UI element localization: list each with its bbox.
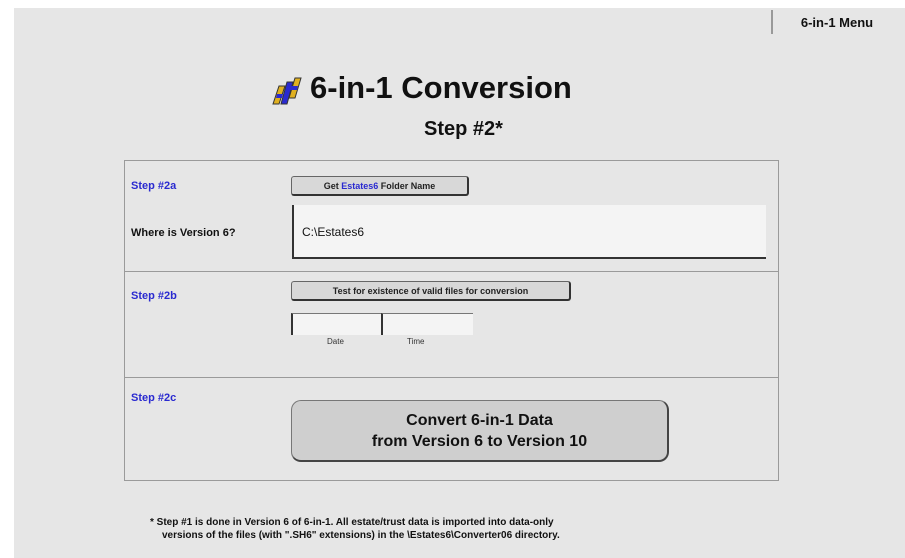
step-2c-label: Step #2c <box>131 392 177 404</box>
page-title: 6-in-1 Conversion <box>310 70 572 105</box>
step-2a-label: Step #2a <box>131 180 177 192</box>
get-folder-button-suffix: Folder Name <box>378 180 436 191</box>
time-field <box>381 313 473 335</box>
get-folder-button-highlight: Estates6 <box>341 180 379 191</box>
footnote-line2: versions of the files (with ".SH6" exten… <box>162 530 560 541</box>
left-strip <box>0 0 14 558</box>
top-strip <box>0 0 905 8</box>
test-valid-files-button[interactable]: Test for existence of valid files for co… <box>291 281 571 301</box>
date-field <box>291 313 383 335</box>
main-menu-button[interactable]: 6-in-1 Menu <box>771 10 901 34</box>
version6-location-label: Where is Version 6? <box>131 227 236 239</box>
conversion-screen: 6-in-1 Menu 6-in-1 Conversion Step #2* S… <box>0 0 905 558</box>
footnote-line1: * Step #1 is done in Version 6 of 6-in-1… <box>150 517 554 528</box>
page-subtitle: Step #2* <box>424 118 503 140</box>
get-folder-name-button[interactable]: Get Estates6 Folder Name <box>291 176 469 196</box>
convert-data-button[interactable]: Convert 6-in-1 Data from Version 6 to Ve… <box>291 400 669 462</box>
date-label: Date <box>327 337 344 346</box>
version6-path-field[interactable]: C:\Estates6 <box>292 205 766 259</box>
footnote: * Step #1 is done in Version 6 of 6-in-1… <box>150 516 790 542</box>
divider-2a-2b <box>125 271 778 272</box>
convert-button-line2: from Version 6 to Version 10 <box>371 432 588 450</box>
convert-button-line1: Convert 6-in-1 Data <box>406 411 553 429</box>
6-in-1-logo-icon <box>272 77 302 105</box>
divider-2b-2c <box>125 377 778 378</box>
step-2b-label: Step #2b <box>131 290 177 302</box>
get-folder-button-prefix: Get <box>323 180 342 191</box>
time-label: Time <box>407 337 425 346</box>
steps-panel: Step #2a Get Estates6 Folder Name Where … <box>124 160 779 481</box>
